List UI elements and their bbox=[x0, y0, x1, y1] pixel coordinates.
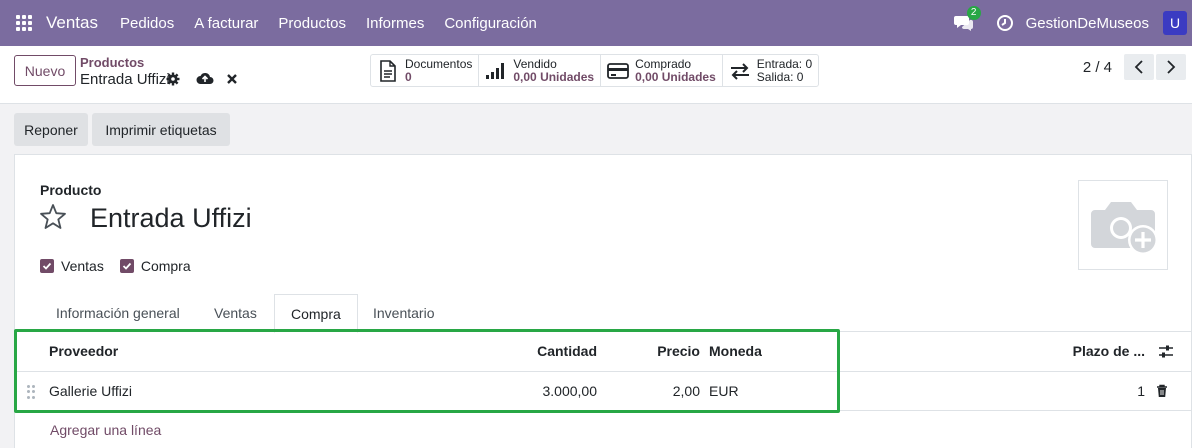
app-brand[interactable]: Ventas bbox=[46, 13, 98, 33]
header-price[interactable]: Precio bbox=[615, 332, 700, 371]
header-vendor[interactable]: Proveedor bbox=[49, 332, 118, 371]
tab-informacion-general[interactable]: Información general bbox=[40, 294, 196, 332]
cell-quantity[interactable]: 3.000,00 bbox=[495, 372, 598, 411]
breadcrumb-productos[interactable]: Productos bbox=[80, 55, 144, 70]
smart-button-comprado[interactable]: Comprado 0,00 Unidades bbox=[601, 55, 723, 86]
top-navbar: Ventas Pedidos A facturar Productos Info… bbox=[0, 0, 1192, 46]
checkbox-label: Ventas bbox=[61, 258, 104, 274]
product-field-label: Producto bbox=[40, 182, 102, 198]
cell-currency[interactable]: EUR bbox=[709, 372, 739, 411]
pager: 2 / 4 bbox=[1083, 54, 1186, 80]
smart-value: Salida: 0 bbox=[756, 69, 804, 84]
table-row[interactable]: Gallerie Uffizi 3.000,00 2,00 EUR 1 bbox=[15, 372, 1191, 411]
form-tabs: Información general Ventas Compra Invent… bbox=[15, 294, 1191, 333]
chevron-right-icon bbox=[1167, 60, 1176, 74]
checkbox-checked-icon bbox=[119, 259, 134, 273]
smart-button-vendido[interactable]: Vendido 0,00 Unidades bbox=[479, 55, 602, 86]
chat-count-badge: 2 bbox=[966, 6, 981, 20]
smart-label: Vendido bbox=[513, 56, 557, 71]
checkbox-checked-icon bbox=[40, 259, 54, 273]
cell-price[interactable]: 2,00 bbox=[615, 372, 700, 411]
header-quantity[interactable]: Cantidad bbox=[495, 332, 597, 371]
menu-item-a-facturar[interactable]: A facturar bbox=[194, 15, 258, 32]
tab-ventas[interactable]: Ventas bbox=[198, 294, 273, 332]
form-sheet: Producto Entrada Uffizi Ventas Compra In… bbox=[14, 154, 1192, 448]
trash-icon[interactable] bbox=[1156, 384, 1168, 398]
credit-card-icon bbox=[607, 62, 629, 79]
control-panel: Nuevo Productos Entrada Uffizi Documento bbox=[0, 46, 1192, 104]
tab-compra[interactable]: Compra bbox=[274, 294, 358, 333]
breadcrumb-current-record: Entrada Uffizi bbox=[80, 71, 170, 88]
checkbox-label: Compra bbox=[140, 258, 191, 274]
pager-value[interactable]: 2 / 4 bbox=[1083, 59, 1112, 76]
column-settings-icon[interactable] bbox=[1158, 344, 1174, 360]
product-name-field[interactable]: Entrada Uffizi bbox=[90, 203, 252, 234]
menu-item-pedidos[interactable]: Pedidos bbox=[120, 15, 174, 32]
smart-label: Documentos bbox=[405, 56, 473, 71]
cell-lead-time[interactable]: 1 bbox=[1045, 372, 1145, 411]
drag-handle-icon[interactable] bbox=[27, 385, 37, 399]
apps-grid-icon[interactable] bbox=[16, 15, 32, 31]
exchange-icon bbox=[730, 62, 749, 80]
smart-label: Comprado bbox=[635, 56, 692, 71]
tab-inventario[interactable]: Inventario bbox=[357, 294, 450, 332]
smart-button-documentos[interactable]: Documentos 0 bbox=[371, 55, 480, 86]
menu-item-configuracion[interactable]: Configuración bbox=[444, 15, 537, 32]
smart-value: 0,00 Unidades bbox=[635, 69, 716, 84]
smart-label: Entrada: 0 bbox=[756, 56, 813, 71]
product-image-uploader[interactable] bbox=[1078, 180, 1168, 270]
file-icon bbox=[380, 59, 396, 82]
user-avatar[interactable]: U bbox=[1163, 11, 1187, 35]
gear-icon[interactable] bbox=[166, 72, 180, 86]
replenish-button[interactable]: Reponer bbox=[14, 113, 88, 146]
print-labels-button[interactable]: Imprimir etiquetas bbox=[92, 113, 230, 146]
company-switcher[interactable]: GestionDeMuseos bbox=[1026, 15, 1149, 32]
save-cloud-icon[interactable] bbox=[196, 71, 214, 85]
cell-vendor[interactable]: Gallerie Uffizi bbox=[49, 372, 132, 411]
discard-close-icon[interactable] bbox=[226, 73, 238, 85]
sale-ok-checkbox[interactable]: Ventas bbox=[40, 258, 104, 274]
bar-chart-icon bbox=[486, 62, 505, 79]
pager-next-button[interactable] bbox=[1156, 54, 1186, 80]
smart-button-entrada-salida[interactable]: Entrada: 0 Salida: 0 bbox=[723, 55, 818, 86]
table-header: Proveedor Cantidad Precio Moneda Plazo d… bbox=[15, 332, 1191, 372]
product-options: Ventas Compra bbox=[40, 258, 207, 274]
camera-add-icon bbox=[1091, 202, 1158, 255]
smart-value: 0 bbox=[405, 69, 412, 84]
menu-item-informes[interactable]: Informes bbox=[366, 15, 424, 32]
add-line-link[interactable]: Agregar una línea bbox=[50, 422, 161, 438]
smart-value: 0,00 Unidades bbox=[513, 69, 595, 84]
chevron-left-icon bbox=[1134, 60, 1143, 74]
pager-previous-button[interactable] bbox=[1124, 54, 1154, 80]
smart-buttons: Documentos 0 Vendido 0,00 Unidades Compr… bbox=[370, 54, 820, 87]
vendor-table: Proveedor Cantidad Precio Moneda Plazo d… bbox=[15, 332, 1191, 411]
favorite-star-icon[interactable] bbox=[39, 203, 67, 231]
activity-clock-icon[interactable] bbox=[996, 14, 1014, 32]
header-lead-time[interactable]: Plazo de ... bbox=[1045, 332, 1145, 371]
header-currency[interactable]: Moneda bbox=[709, 332, 762, 371]
menu-item-productos[interactable]: Productos bbox=[278, 15, 346, 32]
new-button[interactable]: Nuevo bbox=[14, 55, 76, 86]
chat-button[interactable]: 2 bbox=[953, 6, 981, 32]
purchase-ok-checkbox[interactable]: Compra bbox=[119, 258, 191, 274]
